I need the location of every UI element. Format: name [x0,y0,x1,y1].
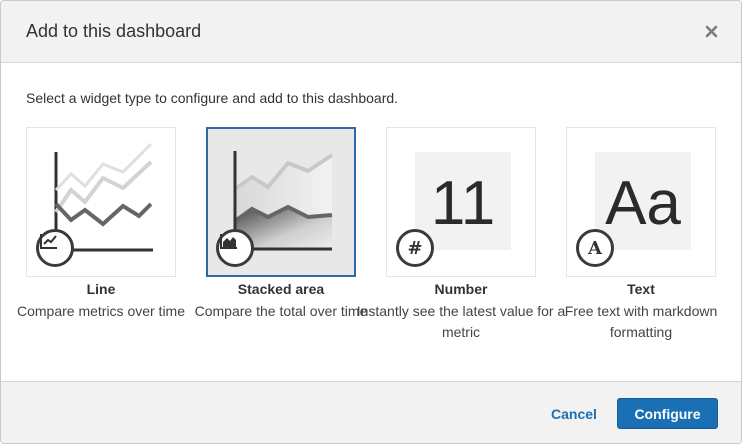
widget-description-number: Instantly see the latest value for a met… [356,303,566,340]
close-icon[interactable] [701,20,723,42]
widget-thumbnail-line[interactable] [26,127,176,277]
add-to-dashboard-dialog: Add to this dashboard Select a widget ty… [0,0,742,444]
dialog-instructions: Select a widget type to configure and ad… [26,90,399,106]
widget-card-line[interactable]: Line Compare metrics over time [17,127,185,319]
hash-icon: # [396,229,434,267]
widget-title-number: Number [434,281,488,297]
text-icon-glyph: A [588,237,602,259]
widget-card-stacked-area[interactable]: Stacked area Compare the total over time [195,127,367,319]
configure-button[interactable]: Configure [617,398,718,429]
widget-thumbnail-stacked-area[interactable] [206,127,356,277]
text-icon: A [576,229,614,267]
hash-icon-glyph: # [407,237,423,259]
text-preview-value: Aa [605,169,681,238]
widget-card-text[interactable]: Aa A Text Free text with markdown format… [565,127,717,340]
widget-card-number[interactable]: 11 # Number Instantly see the latest val… [357,127,565,340]
widget-thumbnail-number[interactable]: 11 # [386,127,536,277]
widget-description-text: Free text with markdown formatting [564,303,718,340]
dialog-footer: Cancel Configure [1,381,741,443]
widget-title-text: Text [627,281,655,297]
dialog-title: Add to this dashboard [26,21,202,41]
area-chart-icon [216,229,254,267]
line-chart-icon [36,229,74,267]
widget-thumbnail-text[interactable]: Aa A [566,127,716,277]
widget-description-stacked-area: Compare the total over time [194,303,368,319]
number-preview-value: 11 [430,169,496,238]
cancel-button[interactable]: Cancel [551,406,597,422]
widget-title-stacked-area: Stacked area [237,281,325,297]
dialog-header: Add to this dashboard [1,1,741,63]
